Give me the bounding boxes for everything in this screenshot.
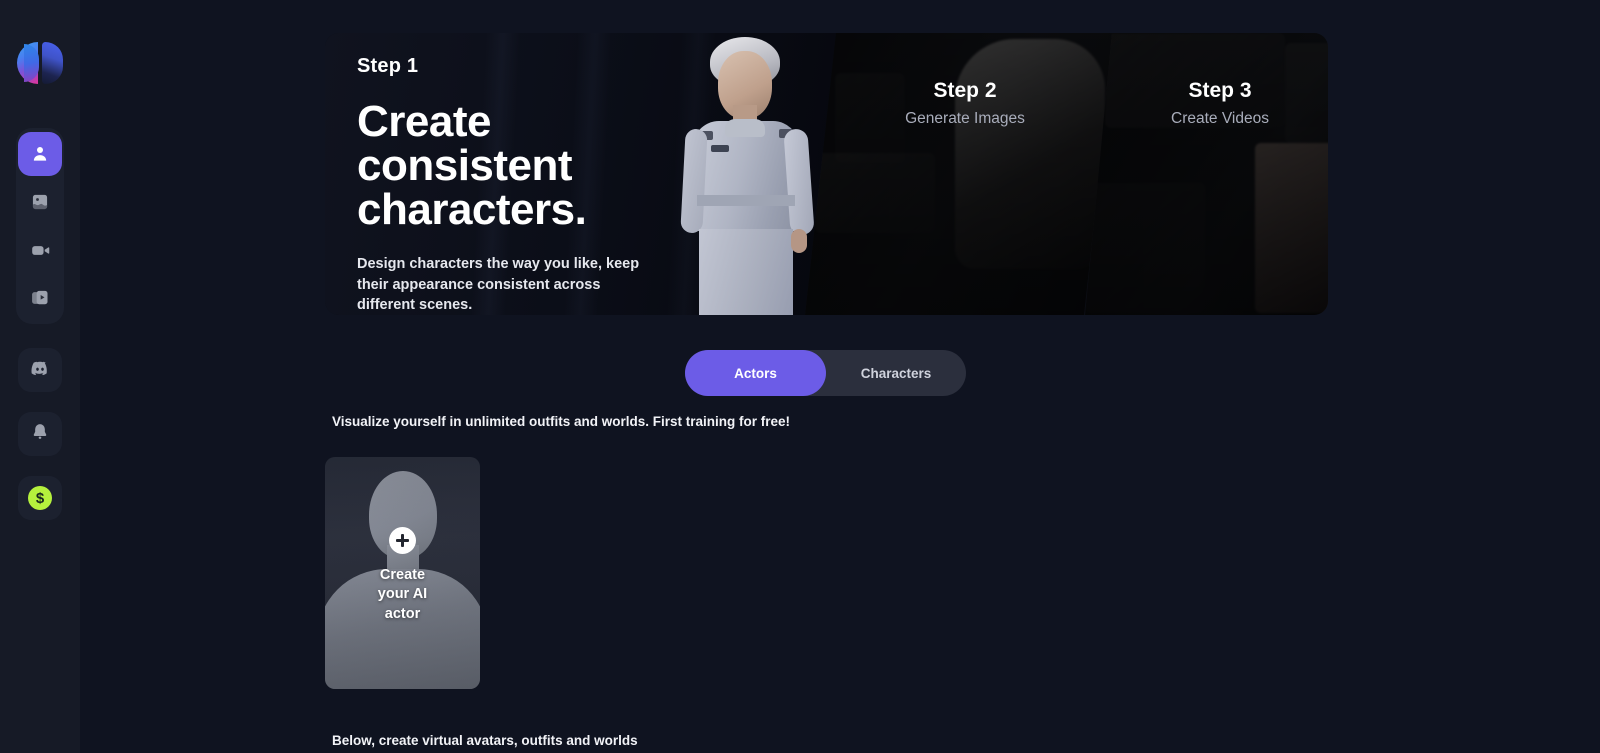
main-content: Step 1 Create consistent characters. Des… [80,0,1600,753]
video-camera-icon [30,240,51,261]
sidebar-item-videos[interactable] [18,228,62,272]
app-logo[interactable] [17,42,63,84]
create-ai-actor-card[interactable]: Create your AI actor [325,457,480,689]
tab-characters[interactable]: Characters [826,350,966,396]
primary-nav-group [16,128,64,324]
sidebar-item-discord[interactable] [18,348,62,392]
create-card-line1: Create [379,567,426,583]
discord-icon [30,358,50,383]
tab-actors[interactable]: Actors [685,350,826,396]
hero-title-line1: Create consistent [357,97,573,190]
hero-step2-content: Step 2 Generate Images [835,79,1095,128]
section-subtitle: Visualize yourself in unlimited outfits … [332,414,791,429]
hero-step3-subtitle: Create Videos [1171,110,1269,127]
hero-title-line2: characters. [357,185,587,234]
actors-characters-toggle: Actors Characters [685,350,966,396]
create-card-label: Create your AI actor [378,566,427,624]
person-icon [30,144,50,164]
hero-step1-subtitle: Design characters the way you like, keep… [357,256,640,314]
sidebar: $ [0,0,80,753]
hero-step2-subtitle: Generate Images [905,110,1025,127]
dollar-coin-icon: $ [28,486,52,510]
next-section-heading: Below, create virtual avatars, outfits a… [332,733,638,748]
sidebar-item-images[interactable] [18,180,62,224]
plus-icon [389,527,416,554]
sidebar-item-library[interactable] [18,276,62,320]
bell-icon [30,422,50,447]
create-card-line3: actor [384,605,421,622]
hero-step3-content: Step 3 Create Videos [1090,79,1328,128]
hero-step1-label: Step 1 [357,55,419,77]
hero-panel-step2[interactable] [805,33,1115,315]
hero-step2-title: Step 2 [933,79,997,102]
sidebar-item-actors[interactable] [18,132,62,176]
hero-panel-step3[interactable] [1085,33,1328,315]
create-card-line2: your AI [377,586,428,603]
hero-step1-content: Step 1 Create consistent characters. Des… [357,55,687,315]
hero-banner: Step 1 Create consistent characters. Des… [325,33,1328,315]
sidebar-item-credits[interactable]: $ [18,476,62,520]
logo-right-shape [42,42,63,84]
library-icon [30,288,50,308]
sidebar-item-notifications[interactable] [18,412,62,456]
hero-step3-title: Step 3 [1188,79,1252,102]
logo-left-shape [17,42,39,84]
create-card-overlay: Create your AI actor [325,457,480,689]
image-icon [30,192,50,212]
hero-step1-title: Create consistent characters. [357,100,687,232]
